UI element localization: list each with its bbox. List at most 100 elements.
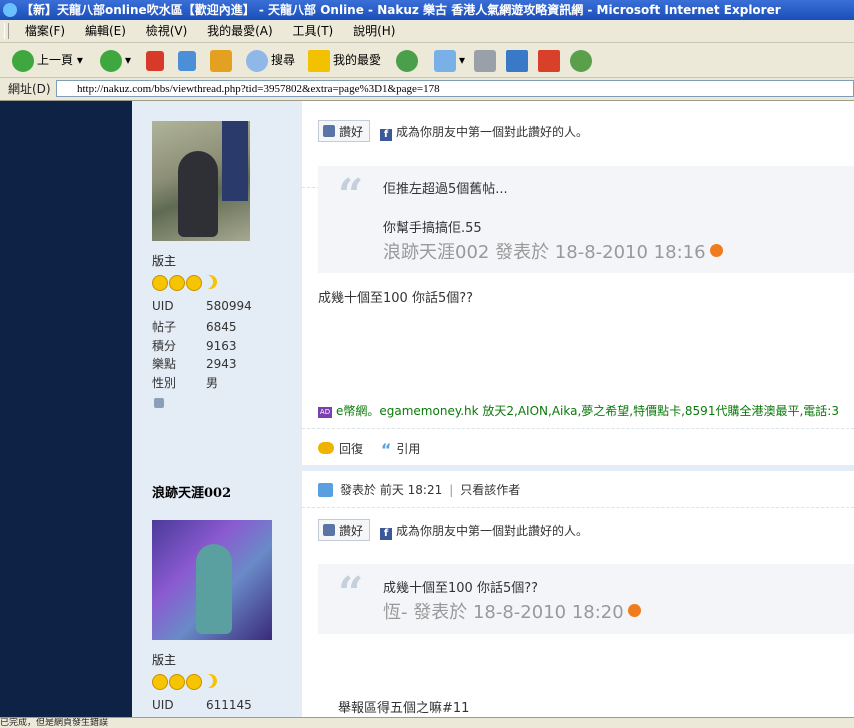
post-author-name[interactable]: 浪跡天涯002 xyxy=(152,482,231,501)
go-to-post-icon[interactable] xyxy=(627,604,641,617)
edit-icon xyxy=(506,49,528,72)
history-button[interactable] xyxy=(396,47,421,73)
user-stat: 樂點 2943 xyxy=(152,357,237,371)
stop-icon xyxy=(146,50,164,71)
quote-button[interactable]: “ 引用 xyxy=(367,440,421,459)
refresh-icon xyxy=(178,50,196,71)
user-stat: UID 580994 xyxy=(152,299,252,313)
edit-button[interactable] xyxy=(506,47,531,73)
user-rank: 版主 xyxy=(152,254,177,268)
address-bar: 網址(D) http://nakuz.com/bbs/viewthread.ph… xyxy=(0,78,854,101)
menu-favorites[interactable]: 我的最愛(A) xyxy=(199,20,281,42)
ad-link[interactable]: AD e幣網。egamemoney.hk 放天2,AION,Aika,夢之希望,特… xyxy=(318,402,839,419)
window-titlebar: 【新】天龍八部online吹水區【歡迎內進】 - 天龍八部 Online - N… xyxy=(0,0,854,20)
favorites-button[interactable]: 我的最愛 xyxy=(308,47,381,73)
thumbs-up-icon xyxy=(323,125,335,137)
rank-stars xyxy=(152,275,217,291)
back-arrow-icon xyxy=(12,49,34,72)
back-button[interactable]: 上一頁 ▾ xyxy=(12,47,83,73)
facebook-note: f 成為你朋友中第一個對此讚好的人。 xyxy=(380,124,588,141)
avatar-figure xyxy=(178,151,218,237)
like-label: 讚好 xyxy=(339,524,364,538)
discuss-button[interactable] xyxy=(538,47,563,73)
refresh-button[interactable] xyxy=(178,47,199,73)
post-meta: 發表於 前天 18:21 | 只看該作者 xyxy=(318,481,520,498)
menubar-grip xyxy=(4,23,9,39)
view-author-only-link[interactable]: 只看該作者 xyxy=(460,483,520,497)
favorites-label: 我的最愛 xyxy=(333,53,382,67)
quote-attribution[interactable]: 浪跡天涯002 發表於 18-8-2010 18:16 xyxy=(383,238,723,264)
like-button[interactable]: 讚好 xyxy=(318,120,370,142)
messenger-button[interactable] xyxy=(570,47,595,73)
window-title: 【新】天龍八部online吹水區【歡迎內進】 - 天龍八部 Online - N… xyxy=(21,3,781,17)
menu-help[interactable]: 說明(H) xyxy=(345,20,403,42)
user-stat: 積分 9163 xyxy=(152,339,237,353)
quote-mark-icon: “ xyxy=(338,568,364,619)
fb-note-text: 成為你朋友中第一個對此讚好的人。 xyxy=(396,125,589,139)
print-button[interactable] xyxy=(474,47,499,73)
search-label: 搜尋 xyxy=(271,53,296,67)
menu-view[interactable]: 檢視(V) xyxy=(138,20,196,42)
messenger-icon xyxy=(570,49,592,72)
home-icon xyxy=(210,49,232,72)
stop-button[interactable] xyxy=(146,47,167,73)
facebook-note: f 成為你朋友中第一個對此讚好的人。 xyxy=(380,523,588,540)
post-body: 舉報區得五個之嘛#11 xyxy=(338,701,470,716)
sun-icon xyxy=(152,275,168,291)
like-button[interactable]: 讚好 xyxy=(318,519,370,541)
post-divider xyxy=(302,507,854,508)
ad-text: e幣網。egamemoney.hk 放天2,AION,Aika,夢之希望,特價點… xyxy=(336,404,839,418)
quote-attribution[interactable]: 恆- 發表於 18-8-2010 18:20 xyxy=(383,598,641,624)
post-separator xyxy=(132,465,854,471)
quote-block: “ 成幾十個至100 你話5個?? 恆- 發表於 18-8-2010 18:20 xyxy=(318,564,854,634)
standard-toolbar: 上一頁 ▾ ▾ 搜尋 我的最愛 ▾ xyxy=(0,43,854,78)
forward-button[interactable]: ▾ xyxy=(100,47,131,73)
sun-icon xyxy=(169,275,185,291)
status-bar: 已完成，但是網頁發生錯誤 xyxy=(0,717,854,728)
go-to-post-icon[interactable] xyxy=(709,244,723,257)
mail-button[interactable]: ▾ xyxy=(434,47,465,73)
menu-bar: 檔案(F) 編輯(E) 檢視(V) 我的最愛(A) 工具(T) 說明(H) xyxy=(0,20,854,43)
post-body: 成幾十個至100 你話5個?? xyxy=(318,291,474,306)
moon-icon xyxy=(203,674,217,688)
history-icon xyxy=(396,49,418,72)
sun-icon xyxy=(186,275,202,291)
like-label: 讚好 xyxy=(339,125,364,139)
reply-button[interactable]: 回復 xyxy=(318,442,363,456)
user-icon xyxy=(318,483,333,497)
fb-note-text: 成為你朋友中第一個對此讚好的人。 xyxy=(396,524,589,538)
menu-file[interactable]: 檔案(F) xyxy=(17,20,73,42)
user-stat: UID 611145 xyxy=(152,698,252,712)
avatar-banner xyxy=(222,121,248,201)
print-icon xyxy=(474,49,496,72)
moon-icon xyxy=(203,275,217,289)
quote-mark-icon: “ xyxy=(338,170,364,221)
post-time: 發表於 前天 18:21 xyxy=(340,483,443,497)
post-divider xyxy=(302,428,854,429)
quote-block: “ 佢推左超過5個舊帖... 你幫手搞搞佢.55 浪跡天涯002 發表於 18-… xyxy=(318,166,854,273)
search-icon xyxy=(246,49,268,72)
facebook-icon: f xyxy=(380,129,392,141)
post-actions: 回復 “ 引用 xyxy=(318,440,420,459)
search-button[interactable]: 搜尋 xyxy=(246,47,295,73)
facebook-icon: f xyxy=(380,528,392,540)
quote-label: 引用 xyxy=(396,442,421,456)
forward-arrow-icon xyxy=(100,49,122,72)
quote-attribution-text: 恆- 發表於 18-8-2010 18:20 xyxy=(383,602,624,623)
avatar[interactable] xyxy=(152,520,272,640)
user-rank: 版主 xyxy=(152,653,177,667)
quote-line: 你幫手搞搞佢.55 xyxy=(383,221,482,236)
star-icon xyxy=(308,49,330,72)
sun-icon xyxy=(169,674,185,690)
online-status-icon xyxy=(154,398,164,408)
page-left-margin xyxy=(0,101,132,717)
menu-tools[interactable]: 工具(T) xyxy=(285,20,342,42)
ie-logo-icon xyxy=(3,3,17,17)
address-input[interactable]: http://nakuz.com/bbs/viewthread.php?tid=… xyxy=(56,80,854,97)
menu-edit[interactable]: 編輯(E) xyxy=(77,20,134,42)
home-button[interactable] xyxy=(210,47,235,73)
avatar[interactable] xyxy=(152,121,250,241)
quote-attribution-text: 浪跡天涯002 發表於 18-8-2010 18:16 xyxy=(383,242,706,263)
rank-stars xyxy=(152,674,217,690)
user-stat: 性別男 xyxy=(152,376,219,390)
